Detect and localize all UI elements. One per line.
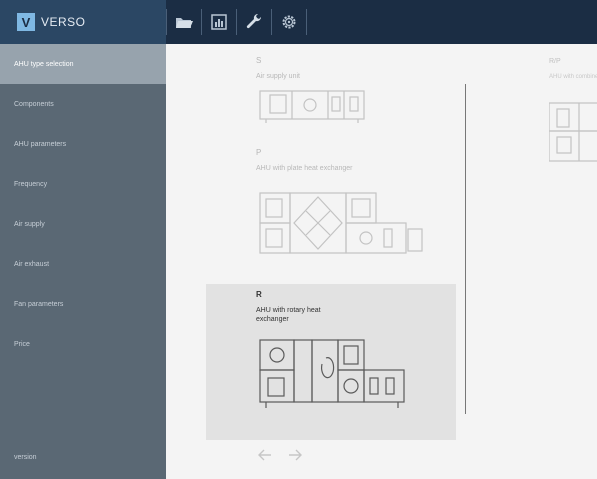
chart-icon [211, 14, 227, 30]
sidebar-item-components[interactable]: Components [0, 84, 166, 124]
toolbar [166, 0, 307, 44]
wrench-icon [246, 13, 262, 29]
tools-button[interactable] [237, 0, 271, 44]
sidebar-item-fan-parameters[interactable]: Fan parameters [0, 284, 166, 324]
ahu-type-card-r[interactable]: R AHU with rotary heat exchanger [206, 284, 456, 440]
app-name: VERSO [41, 15, 86, 29]
open-folder-button[interactable] [167, 0, 201, 44]
sidebar: AHU type selection Components AHU parame… [0, 44, 166, 479]
combined-unit-diagram [549, 102, 597, 162]
ahu-type-card-p[interactable]: P AHU with plate heat exchanger [206, 148, 456, 280]
type-code: R/P [549, 58, 561, 65]
settings-button[interactable] [272, 0, 306, 44]
sidebar-item-air-exhaust[interactable]: Air exhaust [0, 244, 166, 284]
toolbar-separator [306, 9, 307, 35]
sidebar-item-air-supply[interactable]: Air supply [0, 204, 166, 244]
pagination-arrows [256, 446, 304, 464]
type-code: P [256, 148, 262, 157]
report-button[interactable] [202, 0, 236, 44]
arrow-left-icon[interactable] [256, 446, 274, 464]
type-selection-panel: S Air supply unit P AHU with plate heat … [166, 44, 597, 479]
version-label: version [14, 454, 37, 461]
arrow-right-icon[interactable] [286, 446, 304, 464]
type-code: R [256, 290, 262, 299]
logo-mark: V [17, 13, 35, 31]
top-bar: V VERSO [0, 0, 597, 44]
supply-unit-diagram [259, 90, 365, 123]
plate-exchanger-diagram [259, 192, 423, 254]
type-description: AHU with combined [549, 74, 597, 80]
ahu-type-card-rp[interactable]: R/P AHU with combined [549, 58, 597, 168]
sidebar-item-price[interactable]: Price [0, 324, 166, 364]
sidebar-item-ahu-type-selection[interactable]: AHU type selection [0, 44, 166, 84]
app-logo[interactable]: V VERSO [0, 0, 166, 44]
type-description: AHU with plate heat exchanger [256, 165, 353, 172]
ahu-type-card-s[interactable]: S Air supply unit [206, 56, 456, 148]
gear-icon [282, 15, 296, 29]
type-description: Air supply unit [256, 73, 300, 80]
sidebar-item-ahu-parameters[interactable]: AHU parameters [0, 124, 166, 164]
type-code: S [256, 56, 262, 65]
sidebar-item-frequency[interactable]: Frequency [0, 164, 166, 204]
rotary-exchanger-diagram [259, 339, 405, 408]
type-description: AHU with rotary heat exchanger [256, 307, 321, 323]
folder-icon [176, 18, 193, 28]
column-divider [465, 84, 466, 414]
